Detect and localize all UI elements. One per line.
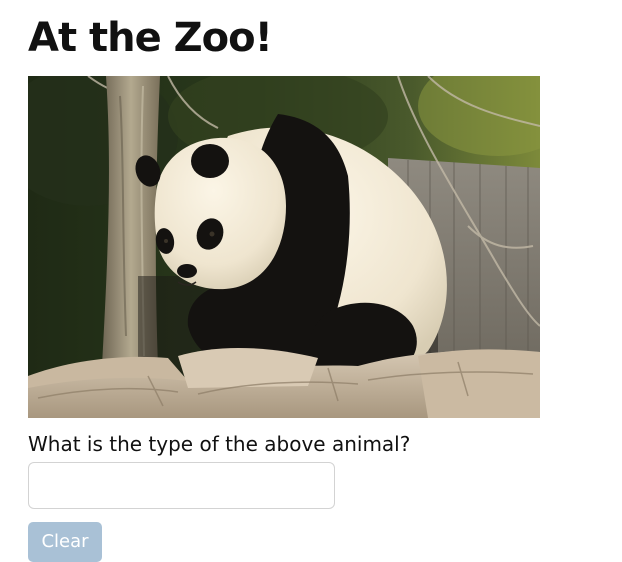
answer-input[interactable] — [28, 462, 335, 509]
panda-photo — [28, 76, 540, 418]
page-title: At the Zoo! — [28, 15, 273, 61]
question-label: What is the type of the above animal? — [28, 432, 411, 456]
clear-button[interactable]: Clear — [28, 522, 102, 562]
